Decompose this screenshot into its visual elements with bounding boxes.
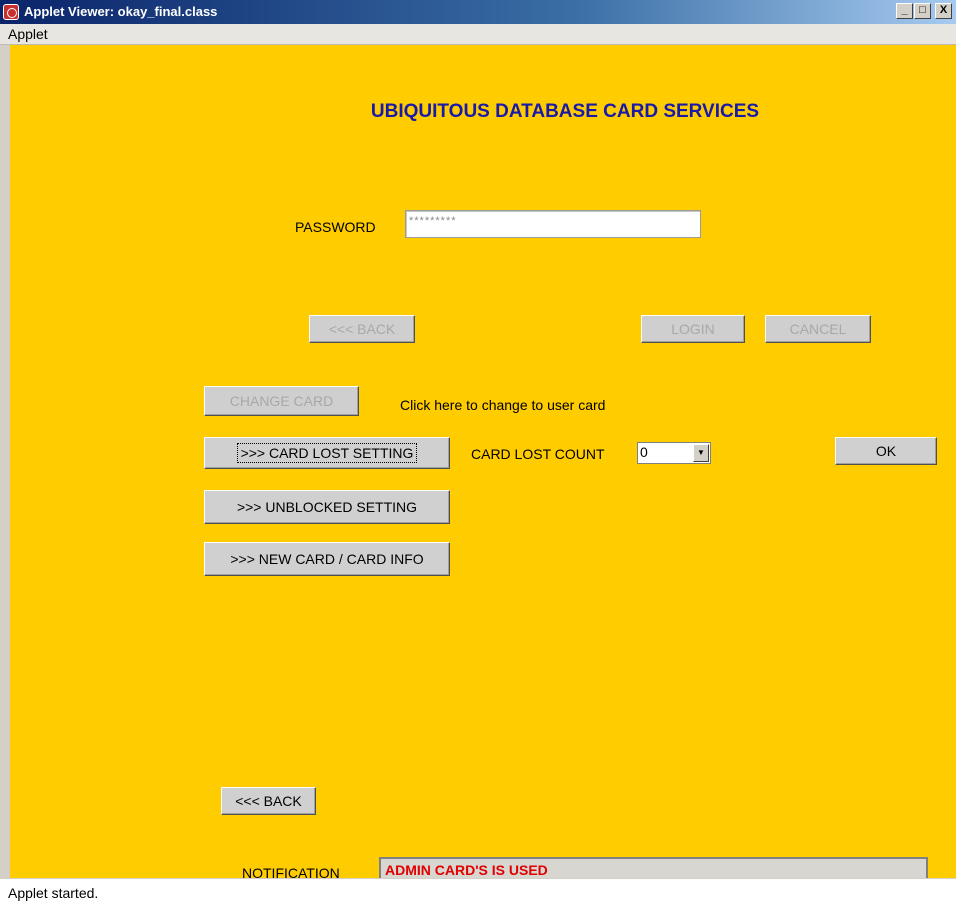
password-value: ********* bbox=[409, 215, 457, 227]
maximize-button[interactable]: □ bbox=[914, 3, 931, 19]
applet-panel: UBIQUITOUS DATABASE CARD SERVICES PASSWO… bbox=[10, 45, 956, 878]
change-card-button-label: CHANGE CARD bbox=[229, 393, 334, 409]
minimize-button[interactable]: _ bbox=[896, 3, 913, 19]
ok-button-label: OK bbox=[875, 443, 897, 459]
ok-button[interactable]: OK bbox=[835, 437, 937, 465]
new-card-info-button[interactable]: >>> NEW CARD / CARD INFO bbox=[204, 542, 450, 576]
status-text: Applet started. bbox=[8, 885, 99, 901]
menu-bar: Applet bbox=[0, 24, 956, 45]
notification-value: ADMIN CARD'S IS USED bbox=[385, 862, 548, 878]
card-lost-count-select[interactable]: 0 ▼ bbox=[637, 442, 711, 464]
window-title: Applet Viewer: okay_final.class bbox=[24, 4, 218, 19]
login-button-label: LOGIN bbox=[671, 321, 715, 337]
java-applet-icon bbox=[3, 4, 19, 20]
back-button-top[interactable]: <<< BACK bbox=[309, 315, 415, 343]
card-lost-setting-button[interactable]: >>> CARD LOST SETTING bbox=[204, 437, 450, 469]
cancel-button[interactable]: CANCEL bbox=[765, 315, 871, 343]
page-title: UBIQUITOUS DATABASE CARD SERVICES bbox=[370, 101, 760, 122]
back-button-bottom-label: <<< BACK bbox=[235, 793, 302, 809]
change-card-hint: Click here to change to user card bbox=[400, 397, 606, 413]
card-lost-count-value: 0 bbox=[640, 444, 648, 460]
card-lost-setting-label: >>> CARD LOST SETTING bbox=[236, 443, 418, 463]
back-button-bottom[interactable]: <<< BACK bbox=[221, 787, 316, 815]
title-bar: Applet Viewer: okay_final.class _ □ X bbox=[0, 0, 956, 24]
new-card-info-label: >>> NEW CARD / CARD INFO bbox=[230, 551, 424, 567]
change-card-button[interactable]: CHANGE CARD bbox=[204, 386, 359, 416]
notification-label: NOTIFICATION bbox=[242, 865, 340, 878]
card-lost-count-label: CARD LOST COUNT bbox=[471, 446, 605, 462]
chevron-down-icon[interactable]: ▼ bbox=[693, 444, 709, 462]
unblocked-setting-label: >>> UNBLOCKED SETTING bbox=[236, 499, 418, 515]
cancel-button-label: CANCEL bbox=[789, 321, 847, 337]
menu-applet[interactable]: Applet bbox=[8, 26, 48, 42]
unblocked-setting-button[interactable]: >>> UNBLOCKED SETTING bbox=[204, 490, 450, 524]
password-label: PASSWORD bbox=[295, 219, 376, 235]
status-bar: Applet started. bbox=[0, 878, 956, 906]
password-input[interactable]: ********* bbox=[405, 210, 701, 238]
login-button[interactable]: LOGIN bbox=[641, 315, 745, 343]
notification-field: ADMIN CARD'S IS USED bbox=[379, 857, 928, 878]
close-button[interactable]: X bbox=[935, 3, 952, 19]
back-button-top-label: <<< BACK bbox=[328, 321, 396, 337]
